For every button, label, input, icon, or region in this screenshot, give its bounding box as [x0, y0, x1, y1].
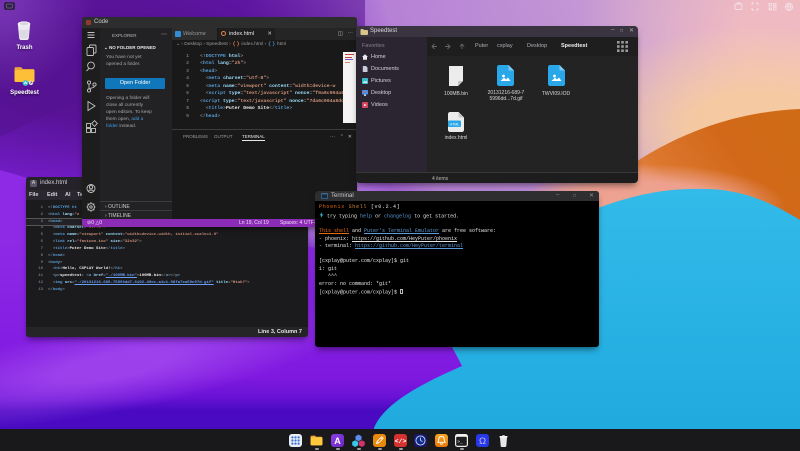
svg-text:>_: >_ — [457, 439, 463, 445]
svg-text:HTML: HTML — [450, 122, 460, 126]
svg-text:</>: </> — [395, 438, 407, 445]
svg-text:Ω: Ω — [479, 436, 486, 447]
svg-text:A: A — [334, 436, 341, 446]
